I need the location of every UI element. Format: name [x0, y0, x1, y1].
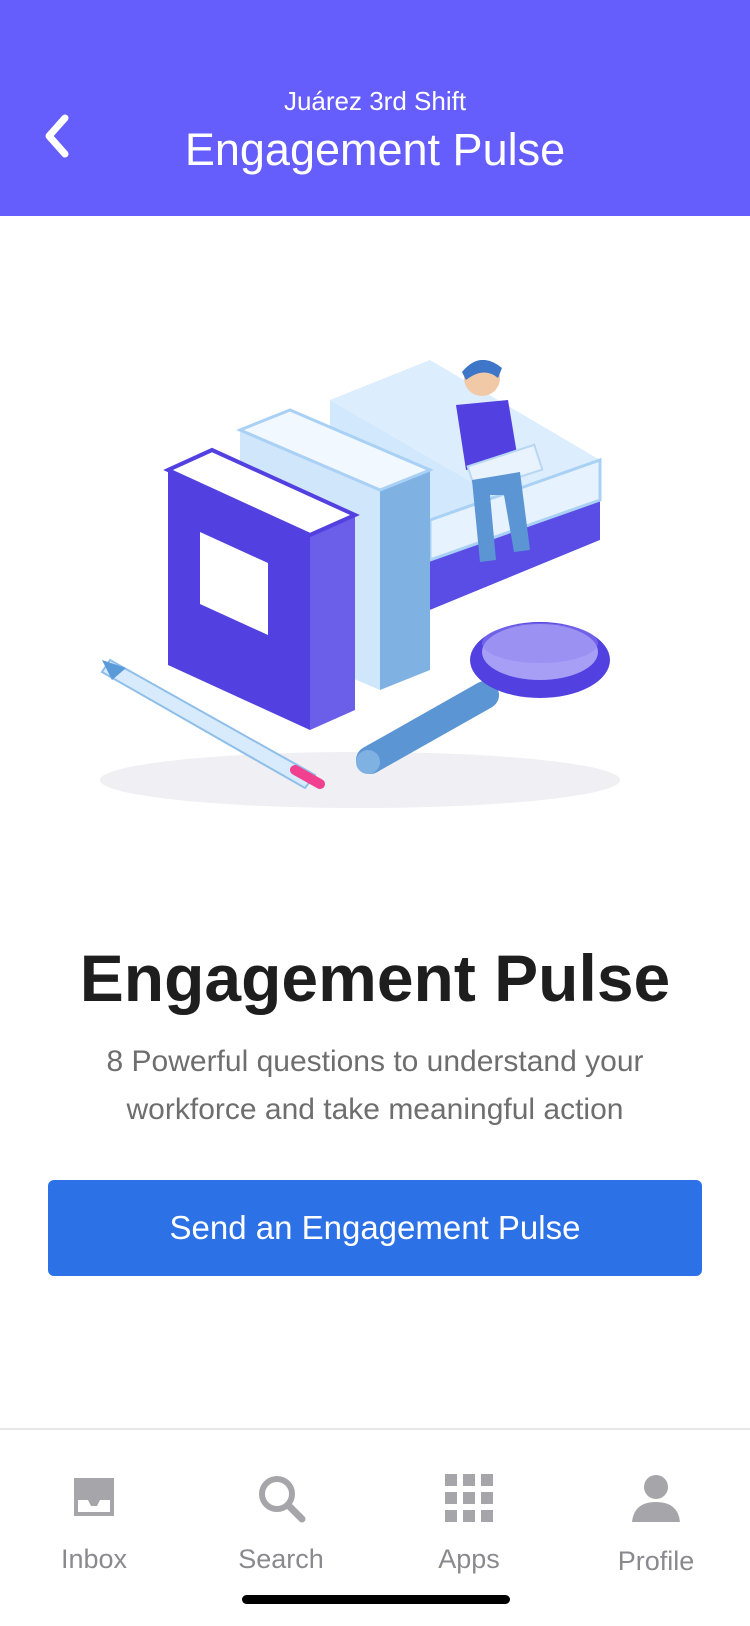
tab-label-inbox: Inbox [60, 1544, 128, 1574]
hero-title: Engagement Pulse [79, 941, 671, 1015]
tab-label-profile: Profile [617, 1546, 695, 1576]
person-icon [632, 1475, 680, 1522]
tab-search[interactable]: Search [196, 1450, 366, 1574]
magnifier-handle [356, 681, 499, 774]
tab-label-search: Search [238, 1544, 324, 1574]
tab-profile[interactable]: Profile [571, 1450, 741, 1576]
tab-label-apps: Apps [438, 1544, 500, 1574]
books-illustration [100, 360, 620, 808]
app-header: Juárez 3rd Shift Engagement Pulse [0, 0, 750, 216]
grid-icon [445, 1474, 493, 1522]
home-indicator [242, 1595, 510, 1604]
header-title: Engagement Pulse [184, 124, 566, 175]
header-subtitle: Juárez 3rd Shift [283, 86, 467, 116]
hero-description: 8 Powerful questions to understand your … [106, 1045, 644, 1126]
search-icon [259, 1476, 306, 1523]
tab-apps[interactable]: Apps [384, 1450, 554, 1574]
tab-inbox[interactable]: Inbox [9, 1450, 179, 1574]
inbox-icon [74, 1478, 114, 1516]
send-engagement-pulse-button[interactable]: Send an Engagement Pulse [48, 1180, 702, 1276]
